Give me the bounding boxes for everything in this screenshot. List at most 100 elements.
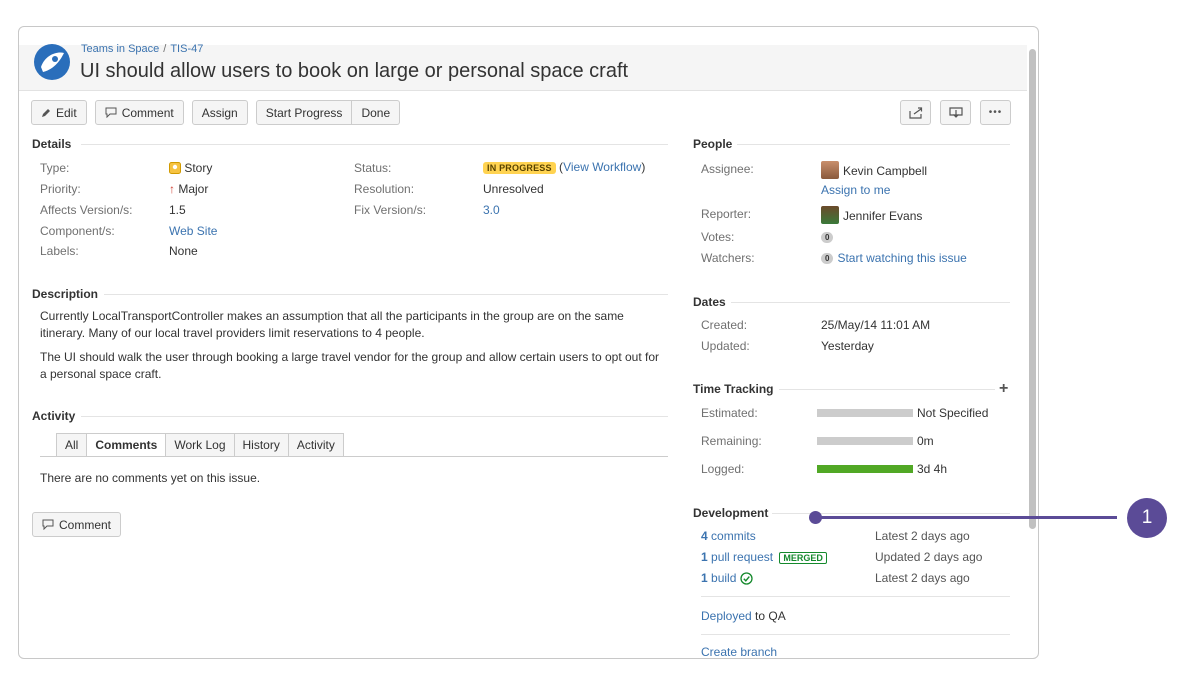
add-time-icon[interactable]: +: [999, 380, 1008, 398]
comment-button[interactable]: Comment: [94, 100, 184, 125]
resolution-label: Resolution:: [354, 182, 415, 196]
tab-all[interactable]: All: [56, 433, 87, 457]
build-success-icon: [740, 572, 753, 585]
votes-count-badge[interactable]: 0: [821, 232, 834, 243]
logged-bar-fill: [817, 465, 913, 473]
commits-time: Latest 2 days ago: [875, 529, 970, 543]
fix-version-link[interactable]: 3.0: [483, 203, 500, 217]
export-button[interactable]: [940, 100, 971, 125]
components-link[interactable]: Web Site: [169, 224, 217, 238]
assignee-name[interactable]: Kevin Campbell: [843, 164, 927, 178]
done-button[interactable]: Done: [352, 100, 401, 125]
pr-time: Updated 2 days ago: [875, 550, 983, 564]
done-label: Done: [361, 105, 391, 120]
updated-label: Updated:: [701, 339, 750, 353]
logged-bar: [817, 465, 913, 473]
create-branch-link[interactable]: Create branch: [701, 645, 777, 658]
breadcrumb-separator: /: [163, 43, 167, 55]
tab-history[interactable]: History: [233, 433, 288, 457]
updated-value: Yesterday: [821, 339, 874, 353]
reporter-value: Jennifer Evans: [821, 206, 922, 224]
details-divider: [81, 144, 668, 145]
status-label: Status:: [354, 161, 392, 175]
remaining-label: Remaining:: [701, 434, 762, 448]
scrollbar[interactable]: [1029, 49, 1036, 529]
status-value: IN PROGRESS (View Workflow): [483, 160, 645, 174]
time-tracking-heading: Time Tracking: [693, 382, 774, 396]
edit-button[interactable]: Edit: [31, 100, 87, 125]
story-icon: [169, 162, 181, 174]
no-comments-text: There are no comments yet on this issue.: [40, 471, 261, 485]
description-paragraph-1: Currently LocalTransportController makes…: [40, 309, 624, 340]
deployment-row: Deployed to QA: [701, 609, 786, 623]
development-heading: Development: [693, 506, 769, 520]
logged-value: 3d 4h: [917, 462, 948, 476]
assignee-value: Kevin Campbell: [821, 161, 927, 179]
description-divider: [104, 294, 668, 295]
people-divider: [737, 144, 1010, 145]
callout-line: [815, 516, 1117, 519]
share-icon: [908, 106, 922, 119]
labels-value: None: [169, 244, 198, 258]
watchers-count-badge[interactable]: 0: [821, 253, 834, 264]
priority-value: ↑ Major: [169, 182, 208, 196]
remaining-bar: [817, 437, 913, 445]
build-count: 1: [701, 571, 708, 585]
breadcrumb-issue-link[interactable]: TIS-47: [170, 43, 203, 55]
details-heading: Details: [32, 137, 72, 151]
start-progress-button[interactable]: Start Progress: [255, 100, 353, 125]
pr-count: 1: [701, 550, 708, 564]
breadcrumb: Teams in Space / TIS-47: [81, 43, 203, 55]
pr-label: pull request: [711, 550, 774, 564]
description-paragraph-2: The UI should walk the user through book…: [40, 350, 660, 381]
build-row: 1 build: [701, 571, 753, 585]
activity-divider: [81, 416, 668, 417]
commits-count: 4: [701, 529, 708, 543]
add-comment-button[interactable]: Comment: [32, 512, 122, 537]
type-value-text: Story: [184, 161, 213, 175]
breadcrumb-project-link[interactable]: Teams in Space: [81, 43, 159, 55]
tabs-underline: [40, 456, 668, 457]
commits-label: commits: [711, 529, 756, 543]
more-button[interactable]: •••: [980, 100, 1011, 125]
reporter-label: Reporter:: [701, 207, 752, 221]
issue-toolbar: Edit Comment Assign Start Progress Done: [31, 100, 401, 126]
issue-title: UI should allow users to book on large o…: [80, 60, 629, 82]
callout-number-badge: 1: [1127, 498, 1167, 538]
tab-activity[interactable]: Activity: [287, 433, 344, 457]
labels-label: Labels:: [40, 244, 79, 258]
type-label: Type:: [40, 161, 70, 175]
share-button[interactable]: [900, 100, 931, 125]
logged-label: Logged:: [701, 462, 745, 476]
comment-button-label: Comment: [121, 105, 174, 120]
assign-button[interactable]: Assign: [191, 100, 248, 125]
deployed-link[interactable]: Deployed: [701, 609, 752, 623]
fix-version-label: Fix Version/s:: [354, 203, 427, 217]
pull-request-link[interactable]: 1 pull request: [701, 550, 773, 564]
tab-comments[interactable]: Comments: [86, 433, 166, 457]
pull-request-row: 1 pull request MERGED: [701, 550, 827, 564]
add-comment-label: Comment: [59, 517, 112, 532]
start-watching-link[interactable]: Start watching this issue: [837, 251, 966, 265]
reporter-name[interactable]: Jennifer Evans: [843, 209, 922, 223]
edit-button-label: Edit: [56, 105, 77, 120]
assign-to-me-link[interactable]: Assign to me: [821, 183, 890, 197]
description-heading: Description: [32, 287, 99, 301]
pencil-icon: [42, 108, 50, 117]
priority-major-icon: ↑: [169, 182, 175, 196]
assignee-avatar: [821, 161, 839, 179]
status-badge: IN PROGRESS: [483, 162, 556, 174]
dates-heading: Dates: [693, 295, 726, 309]
view-workflow-link[interactable]: View Workflow: [563, 160, 641, 174]
project-avatar-icon[interactable]: [33, 43, 71, 81]
reporter-avatar: [821, 206, 839, 224]
commits-link[interactable]: 4 commits: [701, 529, 756, 543]
start-progress-label: Start Progress: [265, 105, 343, 120]
branch-divider: [701, 634, 1010, 635]
right-toolbar: •••: [900, 100, 1011, 125]
tab-work-log[interactable]: Work Log: [165, 433, 234, 457]
votes-value: 0: [821, 230, 837, 244]
deployed-env: to QA: [755, 609, 786, 623]
activity-tabs: All Comments Work Log History Activity: [56, 433, 344, 457]
build-link[interactable]: 1 build: [701, 571, 736, 585]
